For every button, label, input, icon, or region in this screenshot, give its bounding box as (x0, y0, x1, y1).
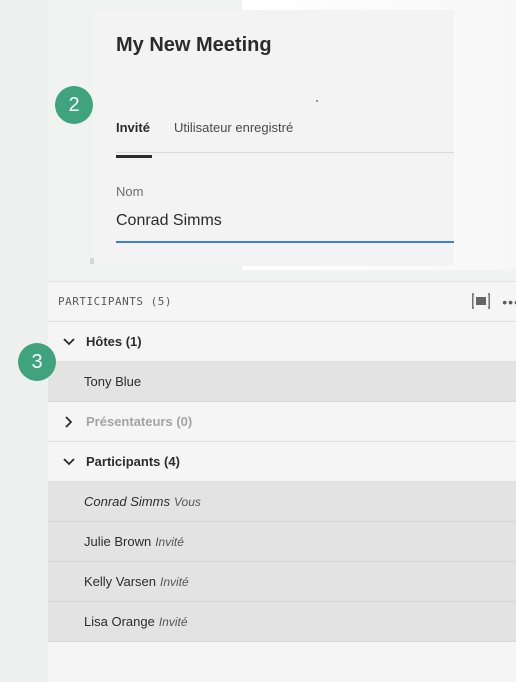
name-input[interactable] (116, 208, 454, 243)
group-label: Présentateurs (0) (86, 414, 193, 429)
meeting-title: My New Meeting (116, 34, 272, 56)
group-presenters[interactable]: Présentateurs (0) (48, 402, 516, 442)
panel-empty-space (48, 642, 516, 682)
participant-row[interactable]: Kelly Varsen Invité (48, 562, 516, 602)
participant-row[interactable]: Tony Blue (48, 362, 516, 402)
more-options-icon[interactable]: ••• (502, 294, 516, 310)
participants-panel: PARTICIPANTS (5) ••• Hôtes (1) Tony Blue… (48, 281, 516, 682)
step-badge-3: 3 (18, 343, 56, 381)
group-label: Participants (4) (86, 454, 180, 469)
tab-registered-user[interactable]: Utilisateur enregistré (174, 120, 293, 156)
resize-handle (90, 258, 94, 264)
participant-name: Tony Blue (84, 374, 142, 389)
group-label: Hôtes (1) (86, 334, 142, 349)
group-participants[interactable]: Participants (4) (48, 442, 516, 482)
participant-name: Lisa Orange (84, 614, 155, 629)
chevron-down-icon (60, 337, 78, 346)
participant-row[interactable]: Julie Brown Invité (48, 522, 516, 562)
expand-icon[interactable] (472, 293, 490, 309)
participants-header: PARTICIPANTS (5) ••• (48, 282, 516, 322)
left-strip (0, 0, 48, 682)
step-badge-2: 2 (55, 86, 93, 124)
participant-name: Kelly Varsen (84, 574, 157, 589)
participant-row[interactable]: Lisa Orange Invité (48, 602, 516, 642)
group-hosts[interactable]: Hôtes (1) (48, 322, 516, 362)
login-tabs: Invité Utilisateur enregistré (116, 120, 317, 158)
participant-role: Invité (158, 614, 188, 629)
participant-role: Vous (173, 494, 201, 509)
separator-dot (316, 100, 318, 102)
meeting-login-card: My New Meeting Invité Utilisateur enregi… (90, 10, 454, 266)
tab-guest[interactable]: Invité (116, 120, 152, 158)
tabs-divider (116, 152, 454, 153)
participant-row[interactable]: Conrad Simms Vous (48, 482, 516, 522)
chevron-down-icon (60, 457, 78, 466)
participant-name: Conrad Simms (84, 494, 170, 509)
participant-role: Invité (160, 574, 189, 589)
participant-name: Julie Brown (84, 534, 152, 549)
chevron-right-icon (60, 415, 78, 428)
name-label: Nom (116, 184, 144, 199)
participants-title: PARTICIPANTS (5) (58, 295, 172, 308)
participant-role: Invité (155, 534, 184, 549)
